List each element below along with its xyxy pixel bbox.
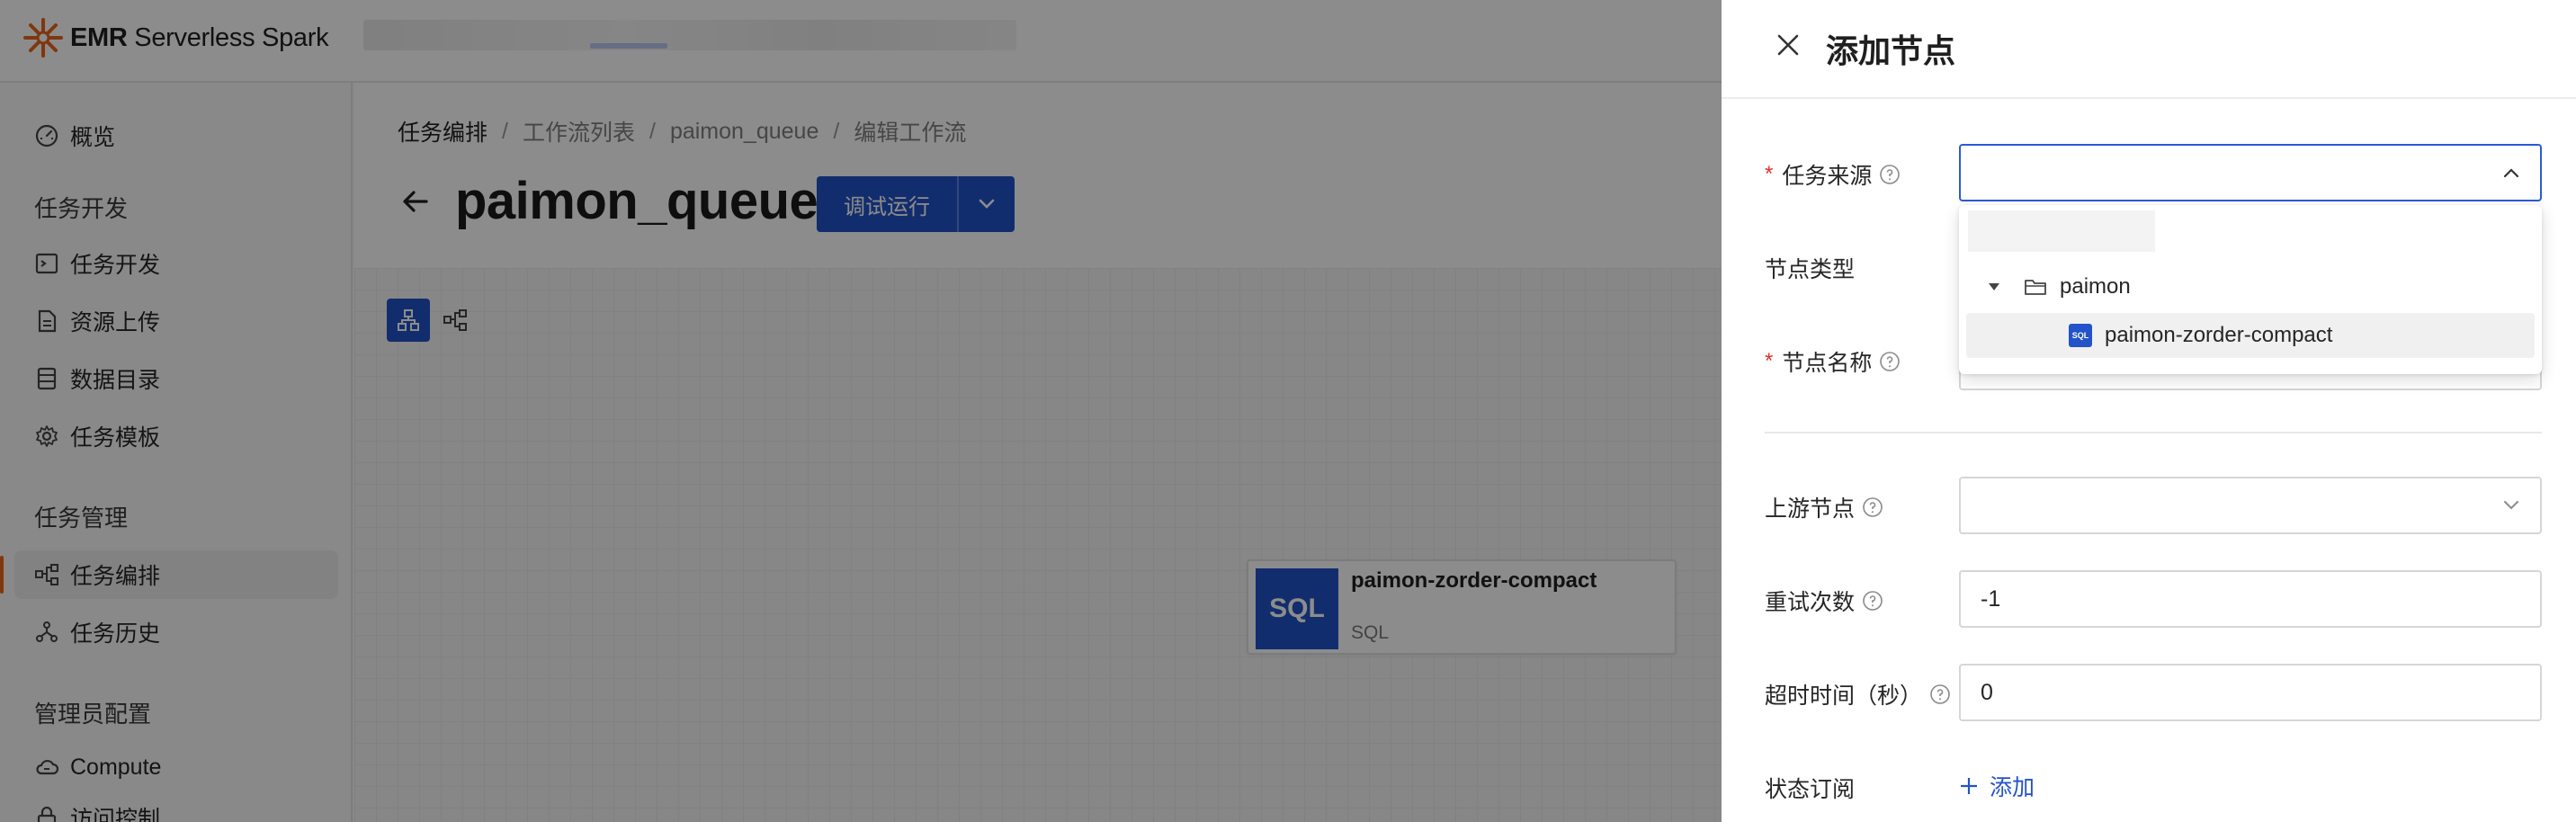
tree-file-row[interactable]: SQL paimon-zorder-compact bbox=[1966, 313, 2535, 358]
caret-down-icon[interactable] bbox=[1986, 279, 2002, 295]
folder-name: paimon bbox=[2060, 274, 2131, 299]
timeout-input[interactable]: 0 bbox=[1959, 664, 2542, 721]
task-source-label: * 任务来源 bbox=[1765, 158, 1901, 191]
label-text: 节点名称 bbox=[1782, 351, 1873, 376]
help-icon[interactable] bbox=[1862, 590, 1883, 612]
upstream-select[interactable] bbox=[1959, 477, 2542, 534]
add-subscription-button[interactable]: 添加 bbox=[1959, 770, 2035, 802]
subscription-label: 状态订阅 bbox=[1765, 772, 1855, 804]
node-name-label: * 节点名称 bbox=[1765, 345, 1901, 378]
label-text: 任务来源 bbox=[1782, 164, 1873, 189]
drawer-overlay-mask[interactable] bbox=[0, 0, 1722, 822]
add-node-drawer: 添加节点 * 任务来源 节点类型 * 节点名称 上游节点 重试次数 -1 超时时… bbox=[1722, 0, 2576, 822]
folder-icon bbox=[2025, 280, 2046, 295]
chevron-down-icon bbox=[2504, 501, 2518, 510]
tree-folder-row[interactable]: paimon bbox=[1966, 264, 2535, 309]
file-name: paimon-zorder-compact bbox=[2105, 323, 2333, 347]
label-text: 节点类型 bbox=[1765, 257, 1856, 282]
timeout-label: 超时时间（秒） bbox=[1765, 678, 1951, 710]
label-text: 超时时间（秒） bbox=[1765, 684, 1923, 709]
required-marker: * bbox=[1765, 162, 1774, 186]
retry-count-input[interactable]: -1 bbox=[1959, 570, 2542, 628]
drawer-header: 添加节点 bbox=[1722, 0, 2576, 99]
label-text: 重试次数 bbox=[1765, 590, 1856, 615]
help-icon[interactable] bbox=[1929, 684, 1951, 705]
label-text: 状态订阅 bbox=[1765, 777, 1856, 802]
task-source-dropdown: paimon SQL paimon-zorder-compact bbox=[1959, 205, 2542, 374]
help-icon[interactable] bbox=[1879, 164, 1901, 185]
required-marker: * bbox=[1765, 349, 1774, 373]
form-divider bbox=[1765, 432, 2542, 433]
upstream-label: 上游节点 bbox=[1765, 491, 1883, 523]
node-type-label: 节点类型 bbox=[1765, 252, 1855, 284]
timeout-value: 0 bbox=[1981, 679, 1993, 705]
task-source-select[interactable] bbox=[1959, 144, 2542, 201]
help-icon[interactable] bbox=[1879, 351, 1901, 372]
label-text: 上游节点 bbox=[1765, 496, 1856, 522]
retry-label: 重试次数 bbox=[1765, 585, 1883, 617]
drawer-title: 添加节点 bbox=[1826, 32, 1956, 69]
close-icon[interactable] bbox=[1772, 29, 1804, 61]
chevron-up-icon bbox=[2503, 168, 2519, 178]
sql-file-icon: SQL bbox=[2069, 324, 2092, 347]
help-icon[interactable] bbox=[1862, 496, 1883, 518]
retry-count-value: -1 bbox=[1981, 585, 2001, 612]
add-label: 添加 bbox=[1990, 775, 2035, 800]
dropdown-search[interactable] bbox=[1968, 210, 2155, 252]
plus-icon bbox=[1961, 778, 1977, 794]
